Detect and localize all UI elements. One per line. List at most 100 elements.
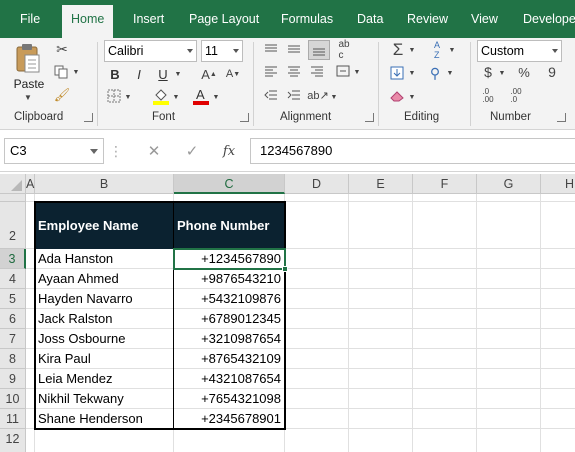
autosum-icon[interactable]: Σ: [388, 40, 408, 60]
row-header-6[interactable]: 6: [0, 309, 26, 329]
top-align-icon[interactable]: [262, 42, 280, 56]
cell-c4[interactable]: +9876543210: [176, 269, 283, 289]
sort-filter-icon[interactable]: AZ: [426, 40, 448, 60]
merge-dropdown-icon[interactable]: ▼: [353, 66, 361, 78]
sort-filter-dropdown-icon[interactable]: ▼: [448, 44, 456, 56]
clear-dropdown-icon[interactable]: ▼: [408, 91, 416, 103]
cell-c10[interactable]: +7654321098: [176, 389, 283, 409]
merge-center-icon[interactable]: [334, 64, 352, 78]
comma-style-button[interactable]: 9: [544, 63, 560, 81]
orientation-dropdown-icon[interactable]: ▼: [330, 91, 338, 103]
paste-icon[interactable]: [10, 42, 46, 76]
cancel-entry-icon[interactable]: ✕: [144, 141, 164, 161]
column-header-c[interactable]: C: [174, 174, 285, 194]
fill-dropdown-icon[interactable]: ▼: [408, 67, 416, 79]
fill-icon[interactable]: [388, 64, 406, 82]
format-painter-icon[interactable]: 🖌: [52, 86, 72, 104]
cut-icon[interactable]: ✂: [52, 40, 72, 58]
cell-c6[interactable]: +6789012345: [176, 309, 283, 329]
clear-icon[interactable]: [388, 88, 406, 104]
row-header-2[interactable]: 2: [0, 202, 26, 249]
cell-b10[interactable]: Nikhil Tekwany: [38, 389, 172, 409]
borders-icon[interactable]: [106, 88, 122, 104]
tab-insert[interactable]: Insert: [133, 0, 164, 38]
tab-data[interactable]: Data: [357, 0, 383, 38]
cell-c7[interactable]: +3210987654: [176, 329, 283, 349]
cell-c5[interactable]: +5432109876: [176, 289, 283, 309]
column-header-a[interactable]: A: [26, 174, 35, 194]
paste-dropdown-icon[interactable]: ▼: [22, 92, 34, 102]
name-box[interactable]: C3: [4, 138, 104, 164]
confirm-entry-icon[interactable]: ✓: [182, 141, 202, 161]
cell-b8[interactable]: Kira Paul: [38, 349, 172, 369]
insert-function-button[interactable]: fx: [218, 141, 240, 161]
borders-dropdown-icon[interactable]: ▼: [124, 91, 132, 103]
alignment-launcher-icon[interactable]: [365, 113, 374, 122]
column-header-f[interactable]: F: [413, 174, 477, 194]
row-header-4[interactable]: 4: [0, 269, 26, 289]
bold-button[interactable]: B: [106, 65, 124, 83]
find-dropdown-icon[interactable]: ▼: [446, 67, 454, 79]
row-header-1[interactable]: [0, 194, 26, 202]
cell-c8[interactable]: +8765432109: [176, 349, 283, 369]
tab-view[interactable]: View: [471, 0, 498, 38]
align-center-icon[interactable]: [285, 64, 303, 78]
column-header-d[interactable]: D: [285, 174, 349, 194]
cell-c11[interactable]: +2345678901: [176, 409, 283, 429]
worksheet-grid[interactable]: A B C D E F G H 2 3 4 5 6 7 8 9 10 11 12…: [0, 172, 575, 452]
row-header-9[interactable]: 9: [0, 369, 26, 389]
row-header-12[interactable]: 12: [0, 429, 26, 452]
decrease-decimal-icon[interactable]: .00.0: [506, 87, 526, 105]
increase-decimal-icon[interactable]: .0.00: [478, 87, 498, 105]
currency-dropdown-icon[interactable]: ▼: [498, 67, 506, 79]
cell-b3[interactable]: Ada Hanston: [38, 249, 172, 269]
align-left-icon[interactable]: [262, 64, 280, 78]
row-header-11[interactable]: 11: [0, 409, 26, 429]
clipboard-launcher-icon[interactable]: [84, 113, 93, 122]
cell-b9[interactable]: Leia Mendez: [38, 369, 172, 389]
font-name-dropdown[interactable]: Calibri: [104, 40, 197, 62]
font-color-icon[interactable]: A: [192, 86, 210, 106]
font-size-dropdown[interactable]: 11: [201, 40, 243, 62]
column-header-g[interactable]: G: [477, 174, 541, 194]
row-header-7[interactable]: 7: [0, 329, 26, 349]
row-header-8[interactable]: 8: [0, 349, 26, 369]
font-launcher-icon[interactable]: [240, 113, 249, 122]
italic-button[interactable]: I: [130, 65, 148, 83]
number-launcher-icon[interactable]: [557, 113, 566, 122]
cell-b5[interactable]: Hayden Navarro: [38, 289, 172, 309]
column-header-b[interactable]: B: [35, 174, 174, 194]
cell-b7[interactable]: Joss Osbourne: [38, 329, 172, 349]
copy-icon[interactable]: [52, 63, 72, 81]
font-color-dropdown-icon[interactable]: ▼: [212, 91, 220, 103]
increase-font-size-icon[interactable]: A ▲: [200, 65, 218, 83]
underline-dropdown-icon[interactable]: ▼: [174, 67, 182, 81]
tab-page-layout[interactable]: Page Layout: [189, 0, 259, 38]
middle-align-icon[interactable]: [285, 42, 303, 56]
tab-home[interactable]: Home: [62, 5, 114, 38]
tab-formulas[interactable]: Formulas: [281, 0, 333, 38]
fill-color-icon[interactable]: [152, 86, 170, 106]
increase-indent-icon[interactable]: [285, 88, 303, 102]
row-header-10[interactable]: 10: [0, 389, 26, 409]
column-header-e[interactable]: E: [349, 174, 413, 194]
select-all-corner[interactable]: [0, 174, 26, 194]
row-header-3[interactable]: 3: [0, 249, 26, 269]
column-header-h[interactable]: H: [541, 174, 575, 194]
decrease-indent-icon[interactable]: [262, 88, 280, 102]
paste-button[interactable]: Paste: [12, 76, 46, 92]
autosum-dropdown-icon[interactable]: ▼: [408, 44, 416, 56]
fill-handle[interactable]: [282, 266, 288, 272]
row-header-5[interactable]: 5: [0, 289, 26, 309]
fill-color-dropdown-icon[interactable]: ▼: [172, 91, 180, 103]
cell-b11[interactable]: Shane Henderson: [38, 409, 172, 429]
copy-dropdown-icon[interactable]: ▼: [72, 65, 80, 79]
cell-b4[interactable]: Ayaan Ahmed: [38, 269, 172, 289]
align-right-icon[interactable]: [308, 64, 326, 78]
number-format-dropdown[interactable]: Custom: [477, 40, 562, 62]
tab-review[interactable]: Review: [407, 0, 448, 38]
formula-bar-grip-icon[interactable]: ⋮: [109, 141, 123, 161]
currency-button[interactable]: $: [480, 63, 496, 81]
bottom-align-icon[interactable]: [308, 40, 330, 60]
formula-input[interactable]: 1234567890: [250, 138, 575, 164]
